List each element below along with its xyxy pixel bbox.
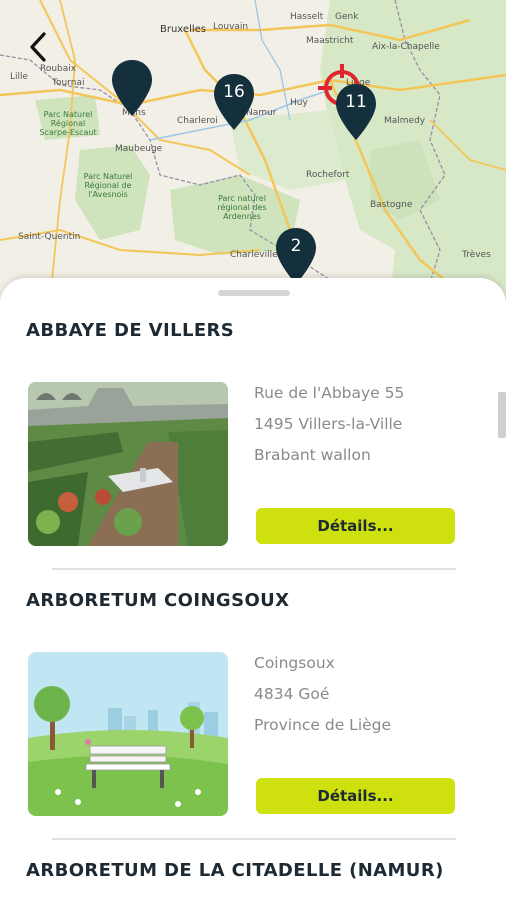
cluster-marker[interactable]: 16: [212, 72, 256, 132]
map-label-tournai: Tournai: [52, 78, 85, 88]
address-line: Brabant wallon: [254, 446, 371, 464]
map-pin-icon: [276, 228, 316, 284]
map-label-treves: Trèves: [462, 250, 491, 260]
place-title: ARBORETUM COINGSOUX: [26, 590, 290, 611]
map-label-aix: Aix-la-Chapelle: [372, 42, 440, 52]
back-arrow-icon[interactable]: [24, 28, 58, 66]
map-label-maubeuge: Maubeuge: [115, 144, 163, 154]
place-address: Rue de l'Abbaye 55 1495 Villers-la-Ville…: [254, 378, 404, 471]
cluster-marker[interactable]: 2: [274, 226, 318, 286]
map-label-bastogne: Bastogne: [370, 200, 413, 210]
scrollbar[interactable]: [498, 392, 506, 438]
place-title: ARBORETUM DE LA CITADELLE (NAMUR): [26, 860, 444, 881]
map-label-maastricht: Maastricht: [306, 36, 354, 46]
address-line: 4834 Goé: [254, 685, 330, 703]
map-label-saintquentin: Saint-Quentin: [18, 232, 81, 242]
place-photo-park-illustration: [28, 652, 228, 816]
map-label-charleville: Charleville: [230, 250, 278, 260]
map-label-huy: Huy: [290, 98, 308, 108]
cluster-marker[interactable]: [110, 58, 154, 118]
map-label-rochefort: Rochefort: [306, 170, 350, 180]
map-pin-icon: [336, 84, 376, 140]
map-pin-icon: [214, 74, 254, 130]
cluster-count: 11: [345, 92, 367, 112]
map-pin-icon: [112, 60, 152, 116]
sheet-drag-handle[interactable]: [218, 290, 290, 296]
map-label-lille: Lille: [10, 72, 29, 82]
map-label-genk: Genk: [335, 12, 359, 22]
address-line: 1495 Villers-la-Ville: [254, 415, 403, 433]
map-label-bruxelles: Bruxelles: [160, 24, 206, 35]
divider: [52, 838, 456, 840]
divider: [52, 568, 456, 570]
map-label-louvain: Louvain: [213, 22, 249, 32]
place-photo-abbaye: [28, 382, 228, 546]
map-label-park-ardennes: Parc naturel régional des Ardennes: [217, 194, 267, 221]
map-label-park-avesnois: Parc Naturel Régional de l'Avesnois: [83, 172, 133, 199]
map-view[interactable]: Bruxelles Louvain Hasselt Genk Maastrich…: [0, 0, 506, 300]
map-label-park-scarpe: Parc Naturel Régional Scarpe-Escaut: [39, 110, 97, 137]
details-button[interactable]: Détails...: [256, 778, 455, 814]
cluster-count: 16: [223, 82, 245, 102]
map-label-malmedy: Malmedy: [384, 116, 426, 126]
map-label-hasselt: Hasselt: [290, 12, 324, 22]
details-button[interactable]: Détails...: [256, 508, 455, 544]
address-line: Rue de l'Abbaye 55: [254, 384, 405, 402]
cluster-marker[interactable]: 11: [334, 82, 378, 142]
results-bottom-sheet[interactable]: ABBAYE DE VILLERS Rue de l'Abbaye 55 149…: [0, 278, 506, 900]
address-line: Coingsoux: [254, 654, 335, 672]
cluster-count: 2: [290, 236, 302, 256]
place-title: ABBAYE DE VILLERS: [26, 320, 235, 341]
place-address: Coingsoux 4834 Goé Province de Liège: [254, 648, 391, 741]
address-line: Province de Liège: [254, 716, 392, 734]
